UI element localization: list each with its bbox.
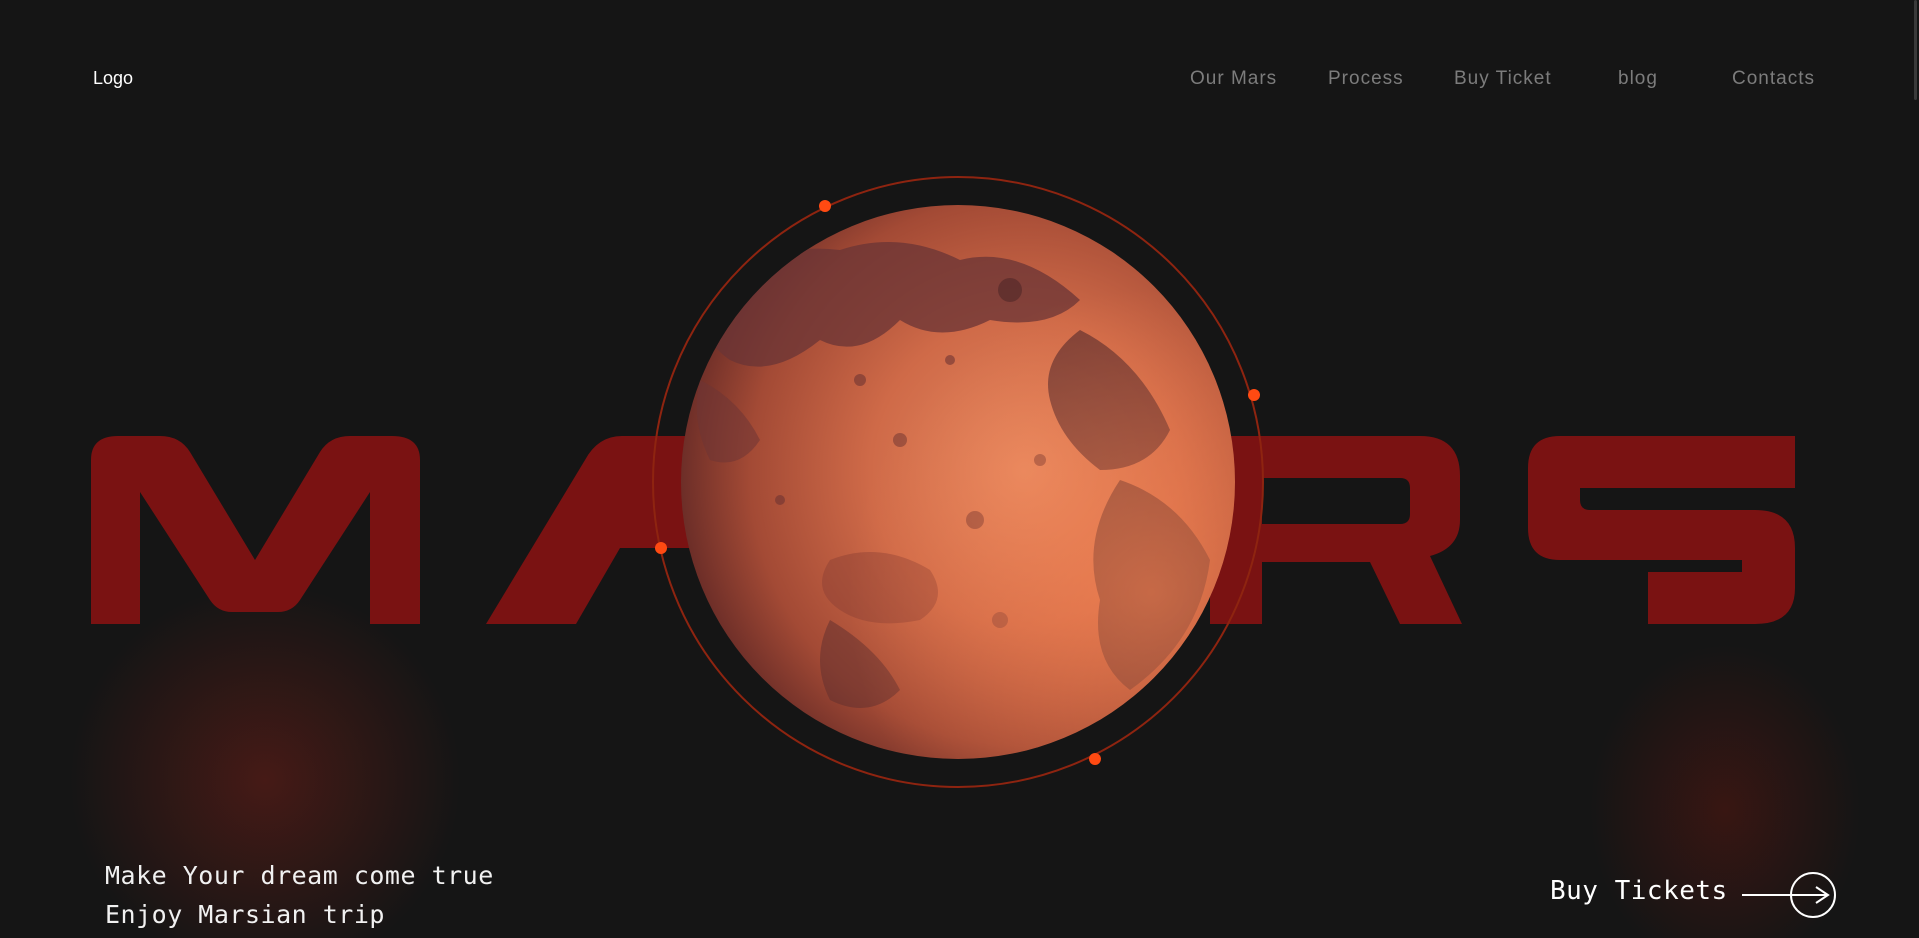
buy-tickets-label: Buy Tickets (1550, 876, 1728, 906)
orbit-dot (1089, 753, 1101, 765)
arrow-right-circle-icon (1742, 872, 1836, 918)
buy-tickets-button[interactable]: Buy Tickets (1550, 870, 1840, 920)
hero-letter-r (1210, 436, 1462, 624)
mars-planet (681, 205, 1235, 759)
orbit-dot (1248, 389, 1260, 401)
landing-page: Logo Our Mars Process Buy Ticket blog Co… (0, 0, 1919, 938)
hero-letter-s (1528, 436, 1795, 624)
hero-letter-m (91, 436, 420, 624)
orbit-dot (655, 542, 667, 554)
hero-graphic (91, 176, 1795, 788)
tagline-line-2: Enjoy Marsian trip (105, 900, 385, 929)
orbit-dot (819, 200, 831, 212)
hero-tagline: Make Your dream come true Enjoy Marsian … (105, 856, 494, 934)
tagline-line-1: Make Your dream come true (105, 861, 494, 890)
